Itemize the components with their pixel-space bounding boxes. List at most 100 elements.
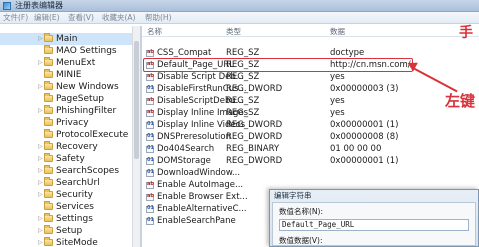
- tree-item-label: SearchScopes: [56, 166, 120, 176]
- tree-item-label: Setup: [56, 226, 83, 236]
- registry-key-tree[interactable]: ▷ Main MAO Settings ▷ MenuExt MINIE ▷ Ne…: [0, 26, 139, 247]
- tree-item-main[interactable]: ▷ Main: [0, 33, 139, 45]
- value-name: DOMStorage: [157, 156, 211, 166]
- tree-item-setup[interactable]: ▷ Setup: [0, 225, 139, 237]
- menu-file[interactable]: 文件(F): [3, 12, 28, 24]
- tree-item-menuext[interactable]: ▷ MenuExt: [0, 57, 139, 69]
- binary-value-icon: [146, 133, 154, 141]
- annotation-top-text: 手: [459, 25, 473, 41]
- tree-item-label: SearchUrl: [56, 178, 100, 188]
- tree-item-services[interactable]: Services: [0, 201, 139, 213]
- tree-item-searchscopes[interactable]: ▷ SearchScopes: [0, 165, 139, 177]
- expand-arrow-icon[interactable]: ▷: [38, 237, 43, 247]
- tree-item-minie[interactable]: MINIE: [0, 69, 139, 81]
- value-type: REG_SZ: [226, 72, 260, 82]
- value-row-disablefirstruncus[interactable]: DisableFirstRunCus... REG_DWORD 0x000000…: [142, 84, 479, 95]
- expand-arrow-icon[interactable]: ▷: [38, 213, 43, 225]
- tree-item-label: ProtocolExecute: [56, 130, 129, 140]
- tree-item-label: Recovery: [56, 142, 98, 152]
- value-data-label: 数值数据(V):: [279, 236, 323, 245]
- tree-item-pagesetup[interactable]: PageSetup: [0, 93, 139, 105]
- folder-icon: [44, 33, 53, 42]
- folder-icon: [44, 165, 53, 174]
- folder-icon: [44, 141, 53, 150]
- expand-arrow-icon[interactable]: ▷: [38, 81, 43, 93]
- expand-arrow-icon[interactable]: ▷: [38, 189, 43, 201]
- expand-arrow-icon[interactable]: ▷: [38, 153, 43, 165]
- column-header-data[interactable]: 数据: [330, 26, 345, 37]
- value-name-label: 数值名称(N):: [279, 207, 323, 216]
- string-value-icon: [146, 109, 154, 117]
- value-type: REG_SZ: [226, 108, 260, 118]
- expand-arrow-icon[interactable]: ▷: [38, 141, 43, 153]
- value-row-dnspreresolution[interactable]: DNSPreresolution REG_DWORD 0x00000008 (8…: [142, 132, 479, 143]
- value-type: REG_DWORD: [226, 156, 283, 166]
- expand-arrow-icon[interactable]: ▷: [38, 33, 43, 45]
- folder-icon: [44, 153, 53, 162]
- value-name-field[interactable]: Default_Page_URL: [279, 219, 469, 231]
- tree-item-sitemode[interactable]: ▷ SiteMode: [0, 237, 139, 247]
- expand-arrow-icon[interactable]: ▷: [38, 177, 43, 189]
- tree-item-security[interactable]: ▷ Security: [0, 189, 139, 201]
- tree-item-phishingfilter[interactable]: ▷ PhishingFilter: [0, 105, 139, 117]
- tree-item-label: New Windows: [56, 82, 119, 92]
- value-type: REG_SZ: [226, 96, 260, 106]
- tree-item-label: MenuExt: [56, 58, 96, 68]
- tree-item-label: PageSetup: [56, 94, 104, 104]
- tree-item-label: Privacy: [56, 118, 89, 128]
- tree-item-label: PhishingFilter: [56, 106, 117, 116]
- binary-value-icon: [146, 205, 154, 213]
- value-row-display-inline-images[interactable]: Display Inline Images REG_SZ yes: [142, 108, 479, 119]
- tree-item-label: Safety: [56, 154, 85, 164]
- expand-arrow-icon[interactable]: ▷: [38, 57, 43, 69]
- tree-scrollbar[interactable]: [132, 26, 140, 247]
- menu-view[interactable]: 查看(V): [68, 12, 94, 24]
- title-bar: 注册表编辑器: [0, 0, 479, 12]
- string-value-icon: [146, 97, 154, 105]
- column-header-name[interactable]: 名称: [147, 26, 162, 37]
- expand-arrow-icon[interactable]: ▷: [38, 105, 43, 117]
- menu-edit[interactable]: 编辑(E): [34, 12, 60, 24]
- value-row-disablescriptdebu[interactable]: DisableScriptDebu... REG_SZ yes: [142, 96, 479, 107]
- tree-item-safety[interactable]: ▷ Safety: [0, 153, 139, 165]
- tree-item-protocolexecute[interactable]: ProtocolExecute: [0, 129, 139, 141]
- regedit-app-icon: [3, 2, 11, 10]
- string-value-icon: [146, 181, 154, 189]
- column-header-type[interactable]: 类型: [226, 26, 241, 37]
- edit-string-dialog: 编辑字符串 数值名称(N): Default_Page_URL 数值数据(V):: [269, 189, 479, 247]
- value-data: 01 00 00 00: [330, 144, 382, 154]
- value-name: EnableSearchPane: [157, 216, 236, 226]
- folder-icon: [44, 105, 53, 114]
- expand-arrow-icon[interactable]: ▷: [38, 165, 43, 177]
- string-value-icon: [146, 193, 154, 201]
- scrollbar-thumb[interactable]: [134, 41, 139, 159]
- value-row-downloadwindow[interactable]: DownloadWindow...: [142, 168, 479, 179]
- value-type: REG_DWORD: [226, 84, 283, 94]
- annotation-left-click-text: 左键: [445, 92, 476, 110]
- tree-item-mao-settings[interactable]: MAO Settings: [0, 45, 139, 57]
- tree-item-new-windows[interactable]: ▷ New Windows: [0, 81, 139, 93]
- binary-value-icon: [146, 145, 154, 153]
- value-row-display-inline-videos[interactable]: Display Inline Videos REG_DWORD 0x000000…: [142, 120, 479, 131]
- menu-favorites[interactable]: 收藏夹(A): [102, 12, 135, 24]
- binary-value-icon: [146, 157, 154, 165]
- value-row-domstorage[interactable]: DOMStorage REG_DWORD 0x00000001 (1): [142, 156, 479, 167]
- tree-item-searchurl[interactable]: ▷ SearchUrl: [0, 177, 139, 189]
- folder-icon: [44, 117, 53, 126]
- expand-arrow-icon[interactable]: ▷: [38, 225, 43, 237]
- string-value-icon: [146, 49, 154, 57]
- tree-item-settings[interactable]: ▷ Settings: [0, 213, 139, 225]
- tree-item-recovery[interactable]: ▷ Recovery: [0, 141, 139, 153]
- value-row-do404search[interactable]: Do404Search REG_BINARY 01 00 00 00: [142, 144, 479, 155]
- folder-icon: [44, 201, 53, 210]
- tree-item-label: SiteMode: [56, 238, 98, 247]
- tree-item-privacy[interactable]: Privacy: [0, 117, 139, 129]
- value-data: yes: [330, 72, 345, 82]
- folder-icon: [44, 57, 53, 66]
- folder-icon: [44, 225, 53, 234]
- value-data: 0x00000008 (8): [330, 132, 399, 142]
- folder-icon: [44, 93, 53, 102]
- value-type: REG_DWORD: [226, 132, 283, 142]
- menu-help[interactable]: 帮助(H): [145, 12, 172, 24]
- window-title: 注册表编辑器: [15, 1, 63, 10]
